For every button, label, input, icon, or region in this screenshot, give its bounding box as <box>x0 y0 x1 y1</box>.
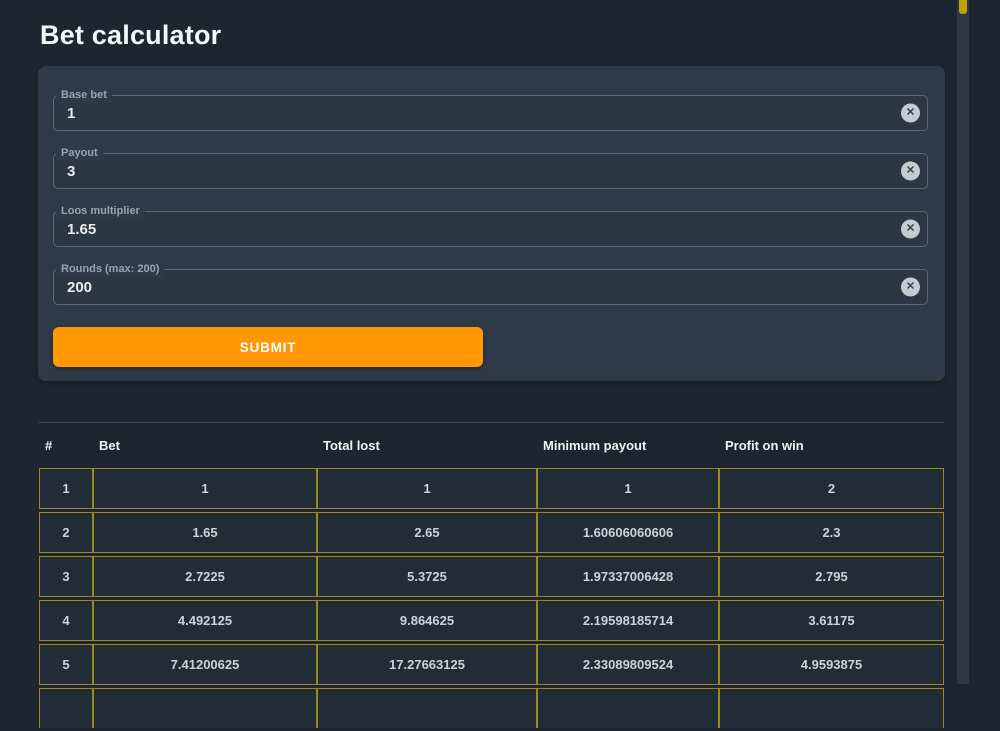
table-row: 32.72255.37251.973370064282.795 <box>39 556 944 597</box>
table-cell: 17.27663125 <box>317 644 537 685</box>
table-cell: 7.41200625 <box>93 644 317 685</box>
table-cell: 9.864625 <box>317 600 537 641</box>
table-body: 1111221.652.651.606060606062.332.72255.3… <box>39 468 944 728</box>
x-circle-icon: ✕ <box>906 282 915 293</box>
table-cell: 2 <box>39 512 93 553</box>
table-row: 57.4120062517.276631252.330898095244.959… <box>39 644 944 685</box>
table-cell: 2.19598185714 <box>537 600 719 641</box>
rounds-input[interactable] <box>54 270 927 304</box>
page-content: Bet calculator Base bet ✕ Payout ✕ Loos … <box>38 0 945 731</box>
scrollbar-thumb[interactable] <box>959 0 967 14</box>
table-cell <box>719 688 944 728</box>
table-cell: 5.3725 <box>317 556 537 597</box>
column-header-: # <box>39 426 93 465</box>
table-cell <box>39 688 93 728</box>
base-bet-field[interactable]: Base bet ✕ <box>53 95 928 131</box>
x-circle-icon: ✕ <box>906 224 915 235</box>
loos-multiplier-label: Loos multiplier <box>56 204 145 219</box>
table-cell: 2.795 <box>719 556 944 597</box>
table-cell: 2.33089809524 <box>537 644 719 685</box>
table-cell: 4.492125 <box>93 600 317 641</box>
table-row: 21.652.651.606060606062.3 <box>39 512 944 553</box>
base-bet-label: Base bet <box>56 88 112 103</box>
table-cell: 5 <box>39 644 93 685</box>
column-header-profit-on-win: Profit on win <box>719 426 944 465</box>
payout-label: Payout <box>56 146 103 161</box>
column-header-total-lost: Total lost <box>317 426 537 465</box>
table-cell <box>93 688 317 728</box>
column-header-bet: Bet <box>93 426 317 465</box>
table-cell: 1.60606060606 <box>537 512 719 553</box>
bet-form-card: Base bet ✕ Payout ✕ Loos multiplier ✕ Ro… <box>38 66 945 381</box>
table-cell: 1 <box>537 468 719 509</box>
payout-field[interactable]: Payout ✕ <box>53 153 928 189</box>
table-cell: 2 <box>719 468 944 509</box>
x-circle-icon: ✕ <box>906 108 915 119</box>
payout-input[interactable] <box>54 154 927 188</box>
submit-button[interactable]: SUBMIT <box>53 327 483 367</box>
page-title: Bet calculator <box>38 0 945 66</box>
table-cell: 2.7225 <box>93 556 317 597</box>
results-table: #BetTotal lostMinimum payoutProfit on wi… <box>39 423 944 731</box>
table-cell <box>537 688 719 728</box>
clear-rounds-button[interactable]: ✕ <box>901 278 920 297</box>
table-cell: 2.65 <box>317 512 537 553</box>
base-bet-input[interactable] <box>54 96 927 130</box>
table-cell: 4.9593875 <box>719 644 944 685</box>
table-cell: 3 <box>39 556 93 597</box>
table-cell: 1 <box>93 468 317 509</box>
table-row-partial <box>39 688 944 728</box>
table-cell: 1 <box>39 468 93 509</box>
rounds-label: Rounds (max: 200) <box>56 262 164 277</box>
clear-payout-button[interactable]: ✕ <box>901 162 920 181</box>
table-cell: 4 <box>39 600 93 641</box>
table-cell <box>317 688 537 728</box>
table-row: 11112 <box>39 468 944 509</box>
table-header-row: #BetTotal lostMinimum payoutProfit on wi… <box>39 426 944 465</box>
clear-loos-multiplier-button[interactable]: ✕ <box>901 220 920 239</box>
table-cell: 1 <box>317 468 537 509</box>
table-cell: 1.97337006428 <box>537 556 719 597</box>
column-header-minimum-payout: Minimum payout <box>537 426 719 465</box>
results-table-section: #BetTotal lostMinimum payoutProfit on wi… <box>39 422 944 731</box>
table-cell: 1.65 <box>93 512 317 553</box>
rounds-field[interactable]: Rounds (max: 200) ✕ <box>53 269 928 305</box>
x-circle-icon: ✕ <box>906 166 915 177</box>
loos-multiplier-input[interactable] <box>54 212 927 246</box>
scrollbar-track[interactable] <box>957 0 969 684</box>
clear-base-bet-button[interactable]: ✕ <box>901 104 920 123</box>
table-cell: 2.3 <box>719 512 944 553</box>
table-row: 44.4921259.8646252.195981857143.61175 <box>39 600 944 641</box>
table-cell: 3.61175 <box>719 600 944 641</box>
loos-multiplier-field[interactable]: Loos multiplier ✕ <box>53 211 928 247</box>
